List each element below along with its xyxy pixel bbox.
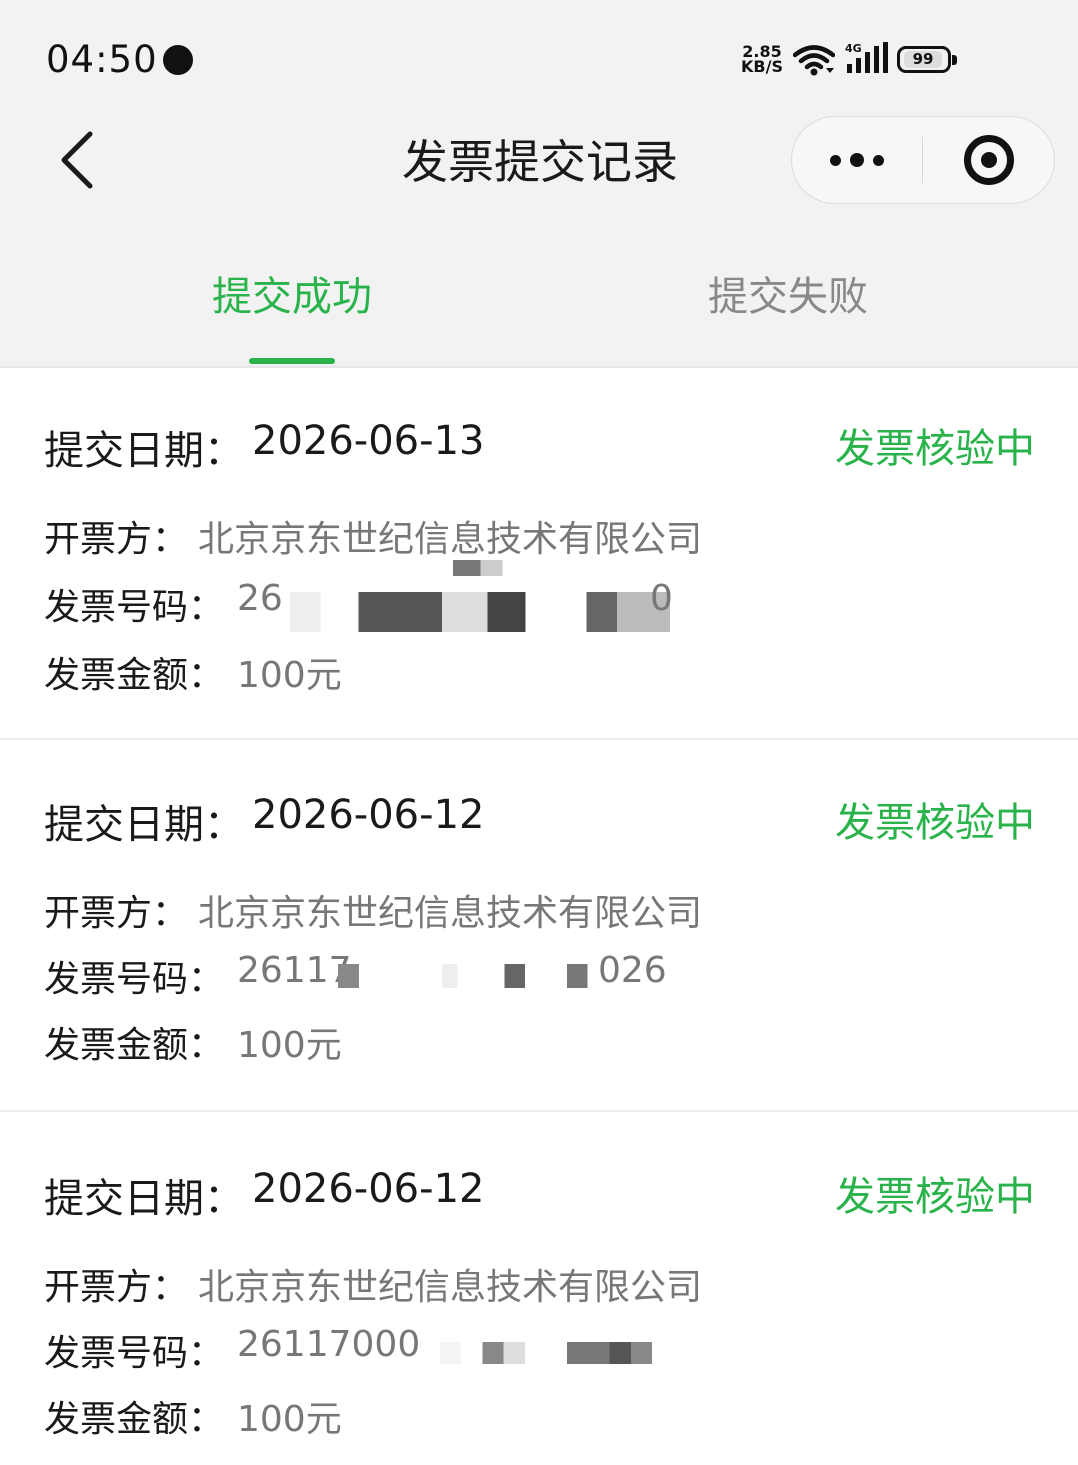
submit-date-value: 2026-06-13 [252, 418, 485, 464]
invoice-number-end: 026 [598, 950, 667, 991]
amount-value: 100元 [237, 1025, 342, 1066]
back-chevron-icon[interactable] [52, 128, 108, 192]
amount-label: 发票金额： [44, 1399, 225, 1440]
cellular-signal-icon: 4G [845, 42, 888, 73]
battery-icon: 99 [897, 46, 957, 73]
redacted-mosaic [420, 560, 530, 576]
tab-submit-success[interactable]: 提交成功 [142, 264, 442, 322]
status-badge: 发票核验中 [835, 800, 1035, 846]
invoice-number-label: 发票号码： [44, 959, 225, 1000]
notification-dot-icon [163, 45, 193, 75]
amount-label: 发票金额： [44, 1025, 225, 1066]
status-badge: 发票核验中 [835, 426, 1035, 472]
issuer-value: 北京京东世纪信息技术有限公司 [198, 1267, 703, 1308]
issuer-label: 开票方： [44, 1267, 189, 1308]
submit-date-label: 提交日期： [44, 428, 244, 474]
issuer-label: 开票方： [44, 893, 189, 934]
invoice-number-start: 26117 [237, 950, 352, 991]
invoice-number-label: 发票号码： [44, 1333, 225, 1374]
invoice-record[interactable]: 提交日期： 2026-06-13 发票核验中 开票方： 北京京东世纪信息技术有限… [0, 370, 1078, 742]
more-options-button[interactable] [792, 117, 922, 203]
header: 04:50 2.85 KB/S 4G 99 发票提交记录 提交成功 提交失败 [0, 0, 1078, 368]
invoice-number-start: 26 [237, 578, 283, 619]
issuer-label: 开票方： [44, 519, 189, 560]
status-badge: 发票核验中 [835, 1174, 1035, 1220]
status-time: 04:50 [46, 38, 158, 81]
submit-date-label: 提交日期： [44, 1176, 244, 1222]
wifi-icon [793, 45, 835, 76]
battery-level: 99 [904, 51, 942, 68]
submit-date-value: 2026-06-12 [252, 792, 485, 838]
invoice-number-label: 发票号码： [44, 587, 225, 628]
redacted-mosaic [440, 1342, 652, 1364]
network-speed: 2.85 KB/S [740, 44, 784, 76]
network-speed-unit: KB/S [741, 57, 783, 76]
page-title: 发票提交记录 [402, 135, 678, 189]
invoice-record[interactable]: 提交日期： 2026-06-12 发票核验中 开票方： 北京京东世纪信息技术有限… [0, 744, 1078, 1116]
active-tab-indicator [249, 358, 335, 364]
invoice-number-end: 0 [650, 578, 673, 619]
amount-value: 100元 [237, 655, 342, 696]
target-circle-icon [964, 135, 1014, 185]
invoice-number-start: 26117000 [237, 1324, 421, 1365]
tab-submit-failed[interactable]: 提交失败 [638, 264, 938, 322]
invoice-record[interactable]: 提交日期： 2026-06-12 发票核验中 开票方： 北京京东世纪信息技术有限… [0, 1118, 1078, 1465]
submit-date-value: 2026-06-12 [252, 1166, 485, 1212]
amount-value: 100元 [237, 1399, 342, 1440]
issuer-value: 北京京东世纪信息技术有限公司 [198, 519, 703, 560]
issuer-value: 北京京东世纪信息技术有限公司 [198, 893, 703, 934]
amount-label: 发票金额： [44, 655, 225, 696]
status-bar: 04:50 2.85 KB/S 4G 99 [0, 0, 1078, 110]
redacted-mosaic [290, 592, 670, 632]
mini-program-capsule [791, 116, 1055, 204]
redacted-mosaic [338, 964, 598, 988]
network-type-label: 4G [845, 42, 862, 55]
close-mini-program-button[interactable] [923, 117, 1055, 203]
submit-date-label: 提交日期： [44, 802, 244, 848]
